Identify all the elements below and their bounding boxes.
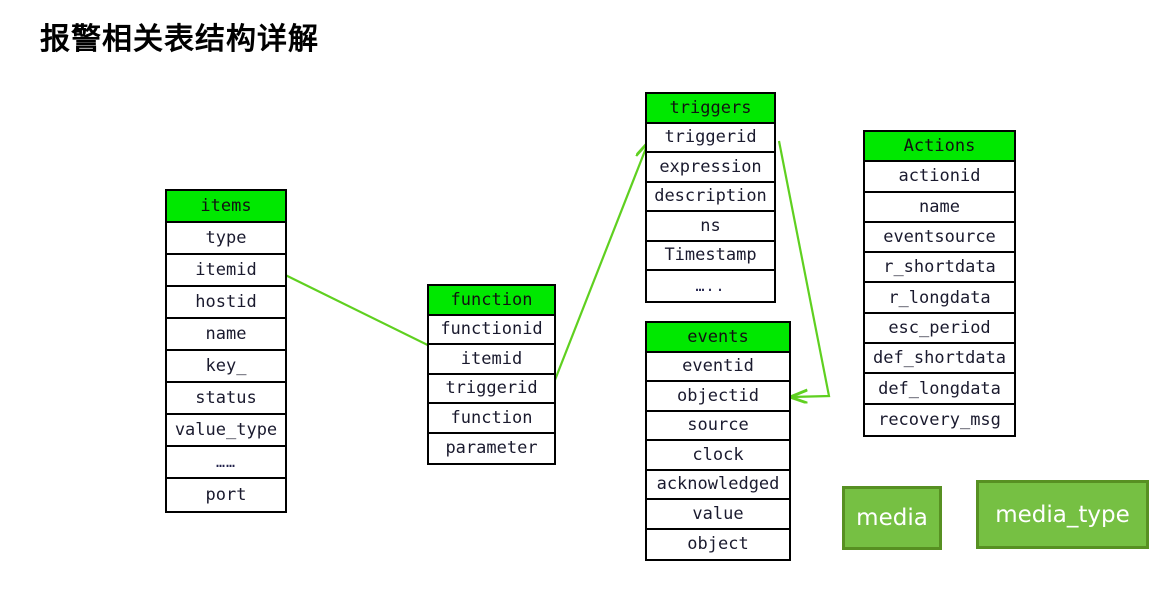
table-function-field-function: function [429, 404, 554, 434]
table-items-field-name: name [167, 319, 285, 351]
relation-function-to-triggers [551, 143, 648, 386]
table-triggers-field-ellipsis: ….. [695, 276, 726, 295]
table-items-field-key: key_ [167, 351, 285, 383]
table-items-field-type: type [167, 223, 285, 255]
node-media-type[interactable]: media_type [976, 480, 1149, 549]
page-title: 报警相关表结构详解 [40, 22, 319, 57]
table-triggers[interactable]: triggers triggerid expression descriptio… [645, 92, 776, 303]
table-actions[interactable]: Actions actionid name eventsource r_shor… [863, 130, 1016, 437]
table-actions-field-actionid: actionid [865, 162, 1014, 193]
table-actions-field-name: name [865, 193, 1014, 223]
table-actions-field-esc-period: esc_period [865, 314, 1014, 345]
table-actions-field-eventsource: eventsource [865, 223, 1014, 254]
table-items-field-status: status [167, 383, 285, 415]
table-actions-field-recovery-msg: recovery_msg [878, 409, 1001, 430]
table-events-field-value: value [647, 500, 789, 530]
diagram-canvas: 报警相关表结构详解 items type itemid hostid name … [0, 0, 1152, 593]
table-events-field-clock: clock [647, 441, 789, 471]
table-items-field-itemid: itemid [167, 255, 285, 287]
table-events-field-eventid: eventid [647, 353, 789, 382]
table-events-field-objectid: objectid [647, 382, 789, 412]
table-items-field-value-type: value_type [167, 415, 285, 447]
node-media[interactable]: media [842, 486, 942, 550]
relation-items-to-function [264, 264, 452, 357]
table-function-field-itemid: itemid [429, 345, 554, 375]
table-events-field-acknowledged: acknowledged [647, 471, 789, 500]
table-items[interactable]: items type itemid hostid name key_ statu… [165, 189, 287, 513]
table-triggers-header: triggers [647, 94, 774, 124]
table-triggers-field-description: description [647, 183, 774, 212]
table-triggers-field-expression: expression [647, 153, 774, 183]
table-actions-field-r-longdata: r_longdata [865, 283, 1014, 314]
table-function-field-functionid: functionid [429, 316, 554, 345]
table-function-field-parameter: parameter [445, 438, 538, 459]
table-triggers-field-timestamp: Timestamp [647, 242, 774, 271]
table-items-header: items [167, 191, 285, 223]
table-actions-field-r-shortdata: r_shortdata [865, 253, 1014, 284]
table-function-field-triggerid: triggerid [429, 375, 554, 404]
table-function-header: function [429, 286, 554, 316]
table-actions-header: Actions [865, 132, 1014, 163]
table-events[interactable]: events eventid objectid source clock ack… [645, 321, 791, 561]
table-triggers-field-triggerid: triggerid [647, 124, 774, 153]
table-events-header: events [647, 323, 789, 353]
table-items-field-ellipsis: …… [167, 447, 285, 479]
table-items-field-port: port [205, 485, 247, 505]
table-items-field-hostid: hostid [167, 287, 285, 319]
node-media-label: media [856, 505, 928, 531]
table-function[interactable]: function functionid itemid triggerid fun… [427, 284, 556, 465]
node-media-type-label: media_type [995, 501, 1130, 528]
table-events-field-object: object [687, 534, 749, 555]
table-actions-field-def-longdata: def_longdata [865, 374, 1014, 405]
table-triggers-field-ns: ns [647, 212, 774, 242]
table-events-field-source: source [647, 412, 789, 441]
table-actions-field-def-shortdata: def_shortdata [865, 344, 1014, 375]
